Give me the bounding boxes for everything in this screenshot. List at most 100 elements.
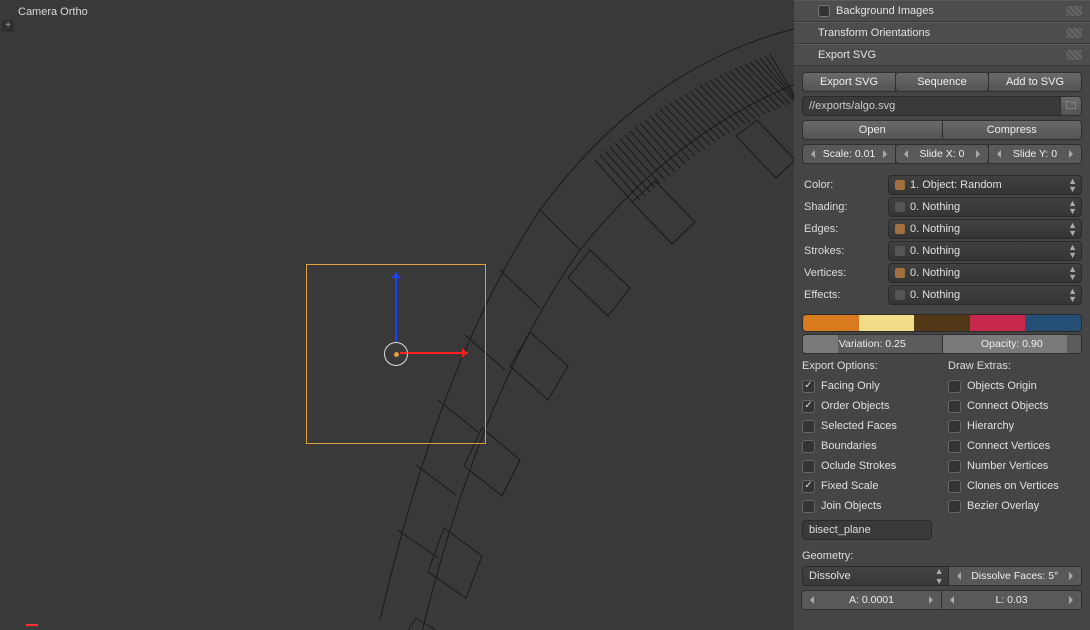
swatch-3[interactable]	[970, 315, 1026, 331]
checkbox[interactable]	[948, 420, 961, 433]
option-label: Oclude Strokes	[821, 460, 896, 472]
edges-dropdown[interactable]: 0. Nothing▲▼	[888, 219, 1082, 239]
swatch-1[interactable]	[859, 315, 915, 331]
axis-indicator-icon	[26, 624, 38, 626]
option-order-objects[interactable]: Order Objects	[802, 396, 936, 416]
checkbox[interactable]	[948, 460, 961, 473]
collapse-icon	[802, 28, 812, 38]
option-label: Facing Only	[821, 380, 880, 392]
viewport-3d[interactable]: Camera Ortho +	[0, 0, 794, 630]
gizmo-z-axis[interactable]	[395, 272, 397, 342]
option-label: Order Objects	[821, 400, 889, 412]
export-path-input[interactable]	[802, 96, 1061, 116]
variation-slider[interactable]: Variation: 0.25	[802, 334, 943, 354]
option-label: Number Vertices	[967, 460, 1048, 472]
checkbox[interactable]	[802, 500, 815, 513]
vertices-dropdown[interactable]: 0. Nothing▲▼	[888, 263, 1082, 283]
checkbox[interactable]	[802, 400, 815, 413]
open-button[interactable]: Open	[802, 120, 943, 140]
effects-label: Effects:	[802, 289, 888, 301]
checkbox[interactable]	[948, 480, 961, 493]
shading-dropdown[interactable]: 0. Nothing▲▼	[888, 197, 1082, 217]
option-selected-faces[interactable]: Selected Faces	[802, 416, 936, 436]
drag-handle-icon[interactable]	[1066, 6, 1082, 16]
add-to-svg-button[interactable]: Add to SVG	[988, 72, 1082, 92]
checkbox[interactable]	[802, 420, 815, 433]
folder-icon: 🗀	[1066, 97, 1077, 116]
export-svg-body: Export SVG Sequence Add to SVG 🗀 Open Co…	[794, 66, 1090, 622]
panel-label: Transform Orientations	[818, 27, 930, 39]
bisect-input[interactable]	[802, 520, 932, 540]
draw-extras-column: Draw Extras: Objects Origin Connect Objec…	[948, 360, 1082, 540]
slide-x-field[interactable]: Slide X: 0	[895, 144, 989, 164]
option-bezier-overlay[interactable]: Bezier Overlay	[948, 496, 1082, 516]
none-icon	[895, 202, 905, 212]
option-label: Objects Origin	[967, 380, 1037, 392]
option-number-vertices[interactable]: Number Vertices	[948, 456, 1082, 476]
color-palette[interactable]	[802, 314, 1082, 332]
none-icon	[895, 246, 905, 256]
sequence-button[interactable]: Sequence	[895, 72, 989, 92]
panel-background-images[interactable]: Background Images	[794, 0, 1090, 22]
none-icon	[895, 290, 905, 300]
drag-handle-icon[interactable]	[1066, 28, 1082, 38]
option-label: Connect Vertices	[967, 440, 1050, 452]
option-label: Hierarchy	[967, 420, 1014, 432]
slide-y-field[interactable]: Slide Y: 0	[988, 144, 1082, 164]
object-icon	[895, 180, 905, 190]
collapse-icon	[802, 6, 812, 16]
l-field[interactable]: L: 0.03	[941, 590, 1082, 610]
wireframe-mesh	[0, 0, 794, 630]
option-label: Clones on Vertices	[967, 480, 1059, 492]
dissolve-dropdown[interactable]: Dissolve▲▼	[802, 566, 949, 586]
shading-label: Shading:	[802, 201, 888, 213]
option-hierarchy[interactable]: Hierarchy	[948, 416, 1082, 436]
viewport-mode-label: Camera Ortho	[18, 6, 88, 18]
checkbox[interactable]	[802, 460, 815, 473]
opacity-slider[interactable]: Opacity: 0.90	[942, 334, 1083, 354]
panel-export-svg[interactable]: Export SVG	[794, 44, 1090, 66]
option-connect-objects[interactable]: Connect Objects	[948, 396, 1082, 416]
swatch-4[interactable]	[1025, 315, 1081, 331]
browse-file-button[interactable]: 🗀	[1060, 96, 1082, 116]
checkbox[interactable]	[948, 500, 961, 513]
drag-handle-icon[interactable]	[1066, 50, 1082, 60]
panel-transform-orientations[interactable]: Transform Orientations	[794, 22, 1090, 44]
color-dropdown[interactable]: 1. Object: Random▲▼	[888, 175, 1082, 195]
checkbox[interactable]	[802, 440, 815, 453]
option-oclude-strokes[interactable]: Oclude Strokes	[802, 456, 936, 476]
option-label: Fixed Scale	[821, 480, 878, 492]
export-svg-button[interactable]: Export SVG	[802, 72, 896, 92]
option-clones-on-vertices[interactable]: Clones on Vertices	[948, 476, 1082, 496]
draw-extras-header: Draw Extras:	[948, 360, 1082, 372]
expand-toolbar-icon[interactable]: +	[2, 20, 14, 32]
gizmo-x-axis[interactable]	[400, 352, 468, 354]
option-label: Selected Faces	[821, 420, 897, 432]
scale-field[interactable]: Scale: 0.01	[802, 144, 896, 164]
option-boundaries[interactable]: Boundaries	[802, 436, 936, 456]
a-field[interactable]: A: 0.0001	[801, 590, 942, 610]
effects-dropdown[interactable]: 0. Nothing▲▼	[888, 285, 1082, 305]
origin-dot	[394, 352, 399, 357]
strokes-dropdown[interactable]: 0. Nothing▲▼	[888, 241, 1082, 261]
checkbox[interactable]	[802, 380, 815, 393]
object-icon	[895, 224, 905, 234]
option-fixed-scale[interactable]: Fixed Scale	[802, 476, 936, 496]
compress-button[interactable]: Compress	[942, 120, 1083, 140]
dissolve-faces-field[interactable]: Dissolve Faces: 5°	[948, 566, 1083, 586]
option-join-objects[interactable]: Join Objects	[802, 496, 936, 516]
bg-images-checkbox[interactable]	[818, 5, 830, 17]
export-options-column: Export Options: Facing OnlyOrder Objects…	[802, 360, 936, 540]
option-label: Connect Objects	[967, 400, 1048, 412]
option-connect-vertices[interactable]: Connect Vertices	[948, 436, 1082, 456]
swatch-0[interactable]	[803, 315, 859, 331]
option-objects-origin[interactable]: Objects Origin	[948, 376, 1082, 396]
option-facing-only[interactable]: Facing Only	[802, 376, 936, 396]
checkbox[interactable]	[948, 380, 961, 393]
dropdown-arrows-icon: ▲▼	[1068, 177, 1077, 193]
checkbox[interactable]	[948, 400, 961, 413]
panel-label: Export SVG	[818, 49, 876, 61]
swatch-2[interactable]	[914, 315, 970, 331]
checkbox[interactable]	[802, 480, 815, 493]
checkbox[interactable]	[948, 440, 961, 453]
